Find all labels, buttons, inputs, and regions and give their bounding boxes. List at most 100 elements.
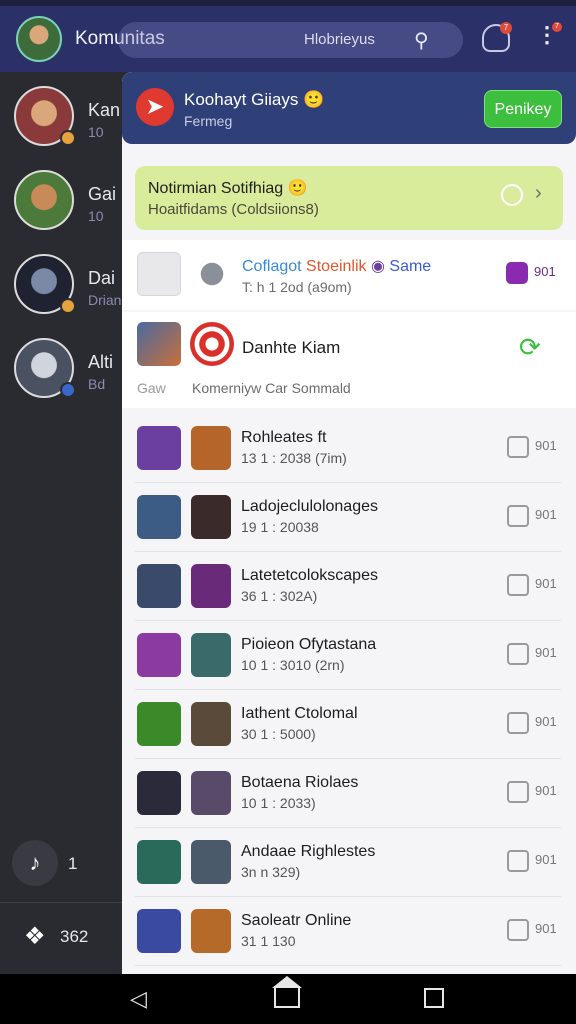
sidebar-item[interactable]: Dai Drian: [14, 254, 122, 324]
list-item-count: 901: [535, 438, 557, 453]
search-bar[interactable]: Hlobrieyus ⚲: [118, 22, 463, 58]
list-item-sub: 19 1 : 20038: [241, 519, 319, 535]
game-thumbnail: [137, 909, 181, 953]
notification-title-text: Notirmian Sotifhiag: [148, 180, 284, 197]
notification-card[interactable]: Notirmian Sotifhiag 🙂 Hoaitfidams (Colds…: [135, 166, 563, 230]
back-icon[interactable]: ◁: [130, 986, 147, 1012]
list-item-count: 901: [535, 921, 557, 936]
featured-row[interactable]: Danhte Kiam ⟳ Gaw Komerniyw Car Sommald: [122, 312, 576, 408]
featured-title-b: Stoeinlik: [306, 258, 367, 275]
list-item-name: Iathent Ctolomal: [241, 705, 358, 722]
more-badge: 7: [552, 22, 562, 32]
sidebar-item-name: Kan: [88, 100, 121, 120]
game-thumbnail: [137, 840, 181, 884]
search-icon[interactable]: ⚲: [414, 28, 429, 53]
game-thumbnail: [191, 909, 231, 953]
list-item-sub: 30 1 : 5000): [241, 726, 316, 742]
sidebar-item-name: Gai: [88, 184, 117, 204]
sidebar-item-name: Dai: [88, 268, 116, 288]
sidebar-item[interactable]: Gai 10: [14, 170, 122, 240]
refresh-icon[interactable]: ⟳: [519, 332, 541, 363]
panel-title-text: Koohayt Giiays: [184, 90, 299, 109]
system-nav-bar: ◁: [0, 974, 576, 1024]
smiley-icon: 🙂: [303, 90, 325, 109]
panel-header: ➤ Koohayt Giiays 🙂 Fermeg Penikey: [122, 72, 576, 144]
list-item-sub: 13 1 : 2038 (7im): [241, 450, 347, 466]
sidebar-badge: [60, 298, 76, 314]
list-item-sub: 3n n 329): [241, 864, 301, 880]
list-item-count: 901: [535, 852, 557, 867]
list-item[interactable]: Latetetcolokscapes 36 1 : 302A) 901: [135, 552, 561, 621]
game-thumbnail: [137, 702, 181, 746]
community-panel: ➤ Koohayt Giiays 🙂 Fermeg Penikey Notirm…: [122, 72, 576, 974]
featured-row[interactable]: Coflagot Stoeinlik ◉ Same T: h 1 2od (a9…: [122, 240, 576, 310]
list-item[interactable]: Iathent Ctolomal 30 1 : 5000) 901: [135, 690, 561, 759]
panel-title: Koohayt Giiays 🙂: [184, 90, 324, 110]
sidebar-avatar: [14, 170, 74, 230]
list-item-name: Rohleates ft: [241, 429, 327, 446]
smiley-icon: 🙂: [287, 180, 308, 197]
list-item-name: Botaena Riolaes: [241, 774, 359, 791]
featured-title-c: Same: [389, 258, 432, 275]
list-item[interactable]: Botaena Riolaes 10 1 : 2033) 901: [135, 759, 561, 828]
list-item-count: 901: [535, 645, 557, 660]
list-item[interactable]: Rohleates ft 13 1 : 2038 (7im) 901: [135, 414, 561, 483]
sidebar-item[interactable]: Alti Bd: [14, 338, 122, 408]
user-avatar[interactable]: [16, 16, 62, 62]
notification-subtitle: Hoaitfidams (Coldsiions8): [148, 201, 319, 218]
game-thumbnail: [137, 633, 181, 677]
edit-icon[interactable]: [507, 643, 529, 665]
home-icon[interactable]: [274, 986, 300, 1008]
sidebar-item[interactable]: Kan 10: [14, 86, 122, 156]
game-thumbnail: [137, 426, 181, 470]
list-item-name: Latetetcolokscapes: [241, 567, 378, 584]
sidebar-item-name: Alti: [88, 352, 114, 372]
bell-badge: 7: [500, 22, 512, 34]
edit-icon[interactable]: [507, 505, 529, 527]
notification-title: Notirmian Sotifhiag 🙂: [148, 178, 308, 198]
join-button[interactable]: Penikey: [484, 90, 562, 128]
search-icon[interactable]: [501, 184, 523, 206]
target-logo-icon: [190, 322, 234, 366]
list-item-count: 901: [535, 576, 557, 591]
list-item-sub: 10 1 : 2033): [241, 795, 316, 811]
sidebar-item-sub: Bd: [88, 376, 106, 392]
community-logo-icon: ➤: [136, 88, 174, 126]
edit-icon[interactable]: [507, 919, 529, 941]
featured-count: 901: [534, 264, 556, 279]
list-item[interactable]: Ladojeclulolonages 19 1 : 20038 901: [135, 483, 561, 552]
edit-icon[interactable]: [507, 850, 529, 872]
featured-subtitle: T: h 1 2od (a9om): [242, 279, 352, 295]
game-thumbnail: [137, 771, 181, 815]
top-bar: Komunitas Hlobrieyus ⚲ 7 ⋮ 7: [0, 0, 576, 72]
edit-icon[interactable]: [506, 262, 528, 284]
list-item-sub: 36 1 : 302A): [241, 588, 318, 604]
panel-subtitle: Fermeg: [184, 113, 233, 129]
list-item-count: 901: [535, 783, 557, 798]
list-item[interactable]: Pioieon Ofytastana 10 1 : 3010 (2rn) 901: [135, 621, 561, 690]
list-item-name: Pioieon Ofytastana: [241, 636, 377, 653]
edit-icon[interactable]: [507, 712, 529, 734]
edit-icon[interactable]: [507, 574, 529, 596]
list-item-sub: 31 1 130: [241, 933, 296, 949]
featured-title: Danhte Kiam: [242, 338, 341, 357]
community-sidebar: Kan 10 Gai 10 Dai Drian Alti Bd ♪ 1 ❖ 36…: [0, 72, 122, 974]
list-item[interactable]: Andaae Righlestes 3n n 329) 901: [135, 828, 561, 897]
edit-icon[interactable]: [507, 436, 529, 458]
twitter-icon[interactable]: ❖: [24, 922, 46, 951]
game-thumbnail: [191, 771, 231, 815]
game-thumbnail: [137, 495, 181, 539]
recent-apps-icon[interactable]: [424, 988, 444, 1008]
list-item-name: Saoleatr Online: [241, 912, 352, 929]
game-thumbnail: [191, 564, 231, 608]
game-thumbnail: [191, 495, 231, 539]
twitter-count: 362: [60, 927, 89, 946]
game-thumbnail: [191, 633, 231, 677]
chevron-right-icon[interactable]: ›: [535, 182, 542, 205]
edit-icon[interactable]: [507, 781, 529, 803]
sidebar-badge: [60, 130, 76, 146]
featured-tag: Gaw: [137, 380, 166, 396]
tiktok-count: 1: [68, 854, 78, 873]
list-item[interactable]: Saoleatr Online 31 1 130 901: [135, 897, 561, 966]
tiktok-icon[interactable]: ♪: [12, 840, 58, 886]
